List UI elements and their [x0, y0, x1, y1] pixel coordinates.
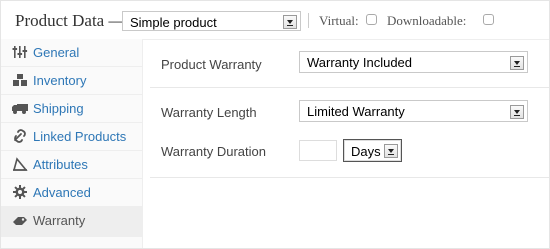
truck-icon [12, 101, 28, 115]
panel-title: Product Data — [15, 11, 126, 30]
tab-inventory[interactable]: Inventory [1, 67, 143, 95]
duration-unit-select[interactable]: Days [343, 139, 402, 162]
duration-row: Warranty Duration Days [149, 133, 549, 173]
product-warranty-value: Warranty Included [307, 55, 413, 70]
virtual-label: Virtual: [319, 13, 359, 28]
duration-amount-input[interactable] [299, 140, 337, 161]
chevron-down-icon[interactable] [384, 144, 398, 158]
tab-label: Attributes [33, 157, 88, 172]
downloadable-label: Downloadable: [387, 13, 467, 28]
gear-icon [12, 185, 28, 199]
product-type-value: Simple product [130, 15, 217, 30]
warranty-length-value: Limited Warranty [307, 104, 405, 119]
product-data-header: Product Data — Simple product Virtual: D… [1, 1, 549, 40]
product-warranty-select[interactable]: Warranty Included [299, 51, 528, 73]
warranty-icon [12, 213, 28, 227]
tab-shipping[interactable]: Shipping [1, 95, 143, 123]
product-data-tabs: General Inventory Shipping Linked Produc… [1, 39, 143, 248]
virtual-checkbox[interactable] [366, 14, 377, 25]
tab-label: General [33, 45, 80, 60]
tab-label: Linked Products [33, 129, 127, 144]
product-data-panel: Product Data — Simple product Virtual: D… [0, 0, 550, 249]
tab-label: Shipping [33, 101, 84, 116]
chevron-down-icon[interactable] [510, 105, 524, 119]
boxes-icon [12, 73, 28, 87]
warranty-duration-label: Warranty Duration [161, 144, 266, 159]
tab-attributes[interactable]: Attributes [1, 151, 143, 179]
header-divider [308, 13, 309, 28]
product-warranty-label: Product Warranty [161, 57, 262, 72]
warranty-length-section: Warranty Length Limited Warranty Warrant… [143, 88, 549, 178]
tag-icon [12, 157, 28, 171]
tab-label: Advanced [33, 185, 91, 200]
product-type-select[interactable]: Simple product [122, 11, 301, 31]
warranty-row: Product Warranty Warranty Included [149, 40, 549, 85]
downloadable-checkbox[interactable] [483, 14, 494, 25]
chevron-down-icon[interactable] [510, 56, 524, 70]
duration-unit-value: Days [351, 144, 381, 159]
length-row: Warranty Length Limited Warranty [149, 88, 549, 133]
tab-advanced[interactable]: Advanced [1, 179, 143, 207]
link-icon [12, 129, 28, 143]
tab-label: Warranty [33, 213, 86, 228]
tab-general[interactable]: General [1, 39, 143, 67]
warranty-length-label: Warranty Length [161, 105, 257, 120]
section-divider [150, 177, 549, 178]
tab-label: Inventory [33, 73, 87, 88]
tab-warranty[interactable]: Warranty [1, 207, 143, 237]
sliders-icon [12, 45, 28, 59]
chevron-down-icon[interactable] [283, 15, 297, 29]
warranty-length-select[interactable]: Limited Warranty [299, 100, 528, 122]
tab-linked-products[interactable]: Linked Products [1, 123, 143, 151]
